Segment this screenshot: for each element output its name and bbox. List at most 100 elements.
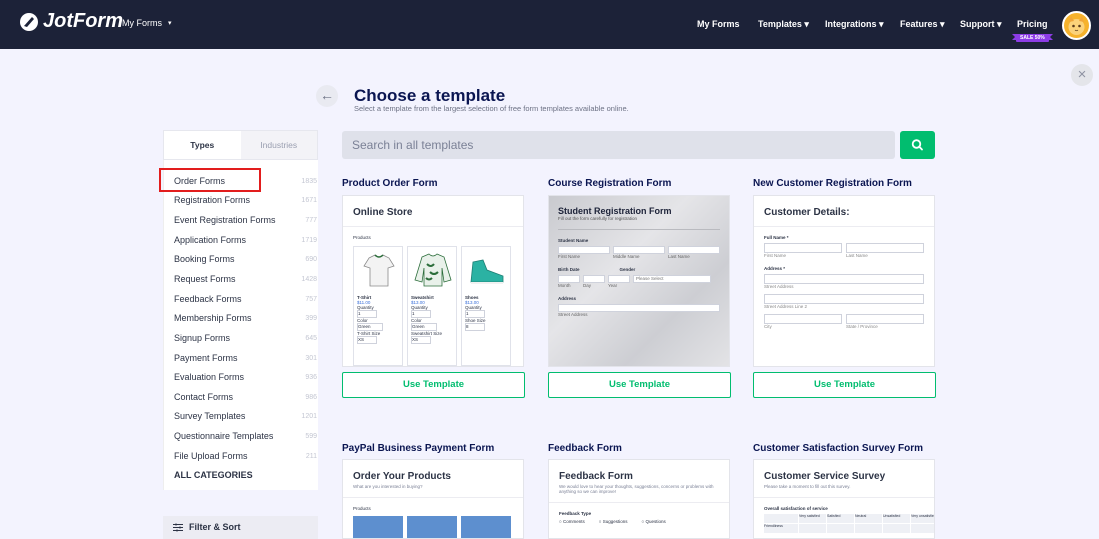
category-file-upload-forms[interactable]: File Upload Forms [174, 451, 248, 461]
first-name-input[interactable] [764, 243, 842, 253]
preview-heading: Student Registration Form [558, 206, 672, 216]
first-name-input[interactable] [558, 246, 610, 254]
preview-heading: Feedback Form [559, 471, 633, 482]
middle-name-input[interactable] [613, 246, 665, 254]
matrix-radio[interactable] [883, 524, 910, 533]
matrix-column-header: Satisfied [827, 514, 854, 523]
radio-option[interactable]: ○ Comments [559, 519, 585, 524]
product-sweatshirt: Sweatshirt $13.00 Quantity 1 Color Green… [407, 246, 457, 366]
category-count: 1719 [301, 237, 317, 244]
matrix-radio[interactable] [799, 524, 826, 533]
day-select[interactable] [583, 275, 605, 283]
category-evaluation-forms[interactable]: Evaluation Forms [174, 372, 244, 382]
sublabel: Day [583, 283, 592, 288]
street-input[interactable] [558, 304, 720, 312]
template-title[interactable]: Feedback Form [548, 443, 622, 454]
birth-gender-labels: Birth Date Gender [558, 267, 720, 272]
category-booking-forms[interactable]: Booking Forms [174, 254, 235, 264]
sublabel: Last Name [846, 253, 868, 258]
color-select[interactable]: Green [357, 323, 383, 331]
qty-select[interactable]: 1 [465, 310, 485, 318]
sale-badge: SALE 50% [1012, 34, 1053, 42]
all-categories-link[interactable]: ALL CATEGORIES [174, 470, 253, 480]
category-feedback-forms[interactable]: Feedback Forms [174, 294, 242, 304]
radio-option[interactable]: ○ Questions [641, 519, 665, 524]
category-membership-forms[interactable]: Membership Forms [174, 313, 252, 323]
category-survey-templates[interactable]: Survey Templates [174, 411, 245, 421]
city-input[interactable] [764, 314, 842, 324]
street2-input[interactable] [764, 294, 924, 304]
template-title[interactable]: Product Order Form [342, 178, 438, 189]
nav-integrations[interactable]: Integrations ▾ [825, 19, 884, 30]
category-event-registration-forms[interactable]: Event Registration Forms [174, 215, 276, 225]
tshirt-icon [363, 254, 395, 287]
category-signup-forms[interactable]: Signup Forms [174, 333, 230, 343]
template-title[interactable]: Course Registration Form [548, 178, 671, 189]
template-title[interactable]: Customer Satisfaction Survey Form [753, 443, 923, 454]
filter-sort-button[interactable]: Filter & Sort [163, 516, 318, 539]
sublabel: Month [558, 283, 571, 288]
nav-pricing[interactable]: Pricing [1017, 19, 1048, 29]
chevron-down-icon: ▾ [168, 20, 172, 27]
sublabel: Middle Name [613, 254, 640, 259]
category-application-forms[interactable]: Application Forms [174, 235, 246, 245]
user-avatar[interactable] [1062, 11, 1091, 40]
sublabel: State / Province [846, 324, 878, 329]
month-select[interactable] [558, 275, 580, 283]
qty-select[interactable]: 1 [357, 310, 377, 318]
use-template-button[interactable]: Use Template [753, 372, 936, 398]
tab-industries[interactable]: Industries [240, 131, 317, 159]
use-template-button[interactable]: Use Template [342, 372, 525, 398]
year-select[interactable] [608, 275, 630, 283]
category-questionnaire-templates[interactable]: Questionnaire Templates [174, 431, 273, 441]
birth-sublabels: Month Day Year [558, 283, 720, 288]
preview-sub: Fill out the form carefully for registra… [558, 216, 638, 221]
nav-features[interactable]: Features ▾ [900, 19, 945, 30]
template-preview-paypal[interactable]: Order Your Products What are you interes… [342, 459, 524, 539]
nav-my-forms[interactable]: My Forms [697, 19, 740, 29]
category-count: 301 [305, 355, 317, 362]
matrix-radio[interactable] [911, 524, 934, 533]
size-select[interactable]: 8 [465, 323, 485, 331]
size-select[interactable]: XS [411, 336, 431, 344]
nav-templates[interactable]: Templates ▾ [758, 19, 809, 30]
close-icon[interactable]: × [1071, 64, 1093, 86]
tab-types[interactable]: Types [164, 131, 241, 159]
jotform-logo[interactable]: JotForm [20, 10, 123, 33]
qty-select[interactable]: 1 [411, 310, 431, 318]
matrix-radio[interactable] [855, 524, 882, 533]
nav-support[interactable]: Support ▾ [960, 19, 1002, 30]
gender-label: Gender [619, 267, 636, 272]
back-arrow-icon[interactable]: ← [316, 85, 338, 107]
matrix-radio[interactable] [827, 524, 854, 533]
category-registration-forms[interactable]: Registration Forms [174, 195, 250, 205]
use-template-button[interactable]: Use Template [548, 372, 731, 398]
color-select[interactable]: Green [411, 323, 437, 331]
search-icon [911, 139, 923, 151]
state-input[interactable] [846, 314, 924, 324]
my-forms-dropdown[interactable]: My Forms ▾ [122, 18, 172, 28]
template-preview-course-registration[interactable]: Student Registration Form Fill out the f… [548, 195, 730, 367]
template-preview-new-customer[interactable]: Customer Details: Full Name * First Name… [753, 195, 935, 367]
template-preview-product-order[interactable]: Online Store Products T-Shirt $11.00 Qua… [342, 195, 524, 367]
feedback-options: ○ Comments ○ Suggestions ○ Questions [549, 516, 729, 524]
category-request-forms[interactable]: Request Forms [174, 274, 236, 284]
search-button[interactable] [900, 131, 935, 159]
street-input[interactable] [764, 274, 924, 284]
last-name-input[interactable] [668, 246, 720, 254]
size-select[interactable]: XS [357, 336, 377, 344]
gender-select[interactable]: Please Select [633, 275, 711, 283]
preview-sub: What are you interested in buying? [353, 484, 423, 489]
radio-option[interactable]: ○ Suggestions [599, 519, 628, 524]
category-payment-forms[interactable]: Payment Forms [174, 353, 238, 363]
template-title[interactable]: New Customer Registration Form [753, 178, 912, 189]
template-preview-feedback[interactable]: Feedback Form We would love to hear your… [548, 459, 730, 539]
birth-gender-fields: Please Select [558, 275, 720, 283]
template-preview-customer-satisfaction[interactable]: Customer Service Survey Please take a mo… [753, 459, 935, 539]
top-navigation-bar: JotForm My Forms ▾ My Forms Templates ▾ … [0, 0, 1099, 49]
last-name-input[interactable] [846, 243, 924, 253]
template-title[interactable]: PayPal Business Payment Form [342, 443, 494, 454]
category-contact-forms[interactable]: Contact Forms [174, 392, 233, 402]
search-input[interactable]: Search in all templates [342, 131, 895, 159]
name-sublabels: First Name Middle Name Last Name [558, 254, 720, 259]
